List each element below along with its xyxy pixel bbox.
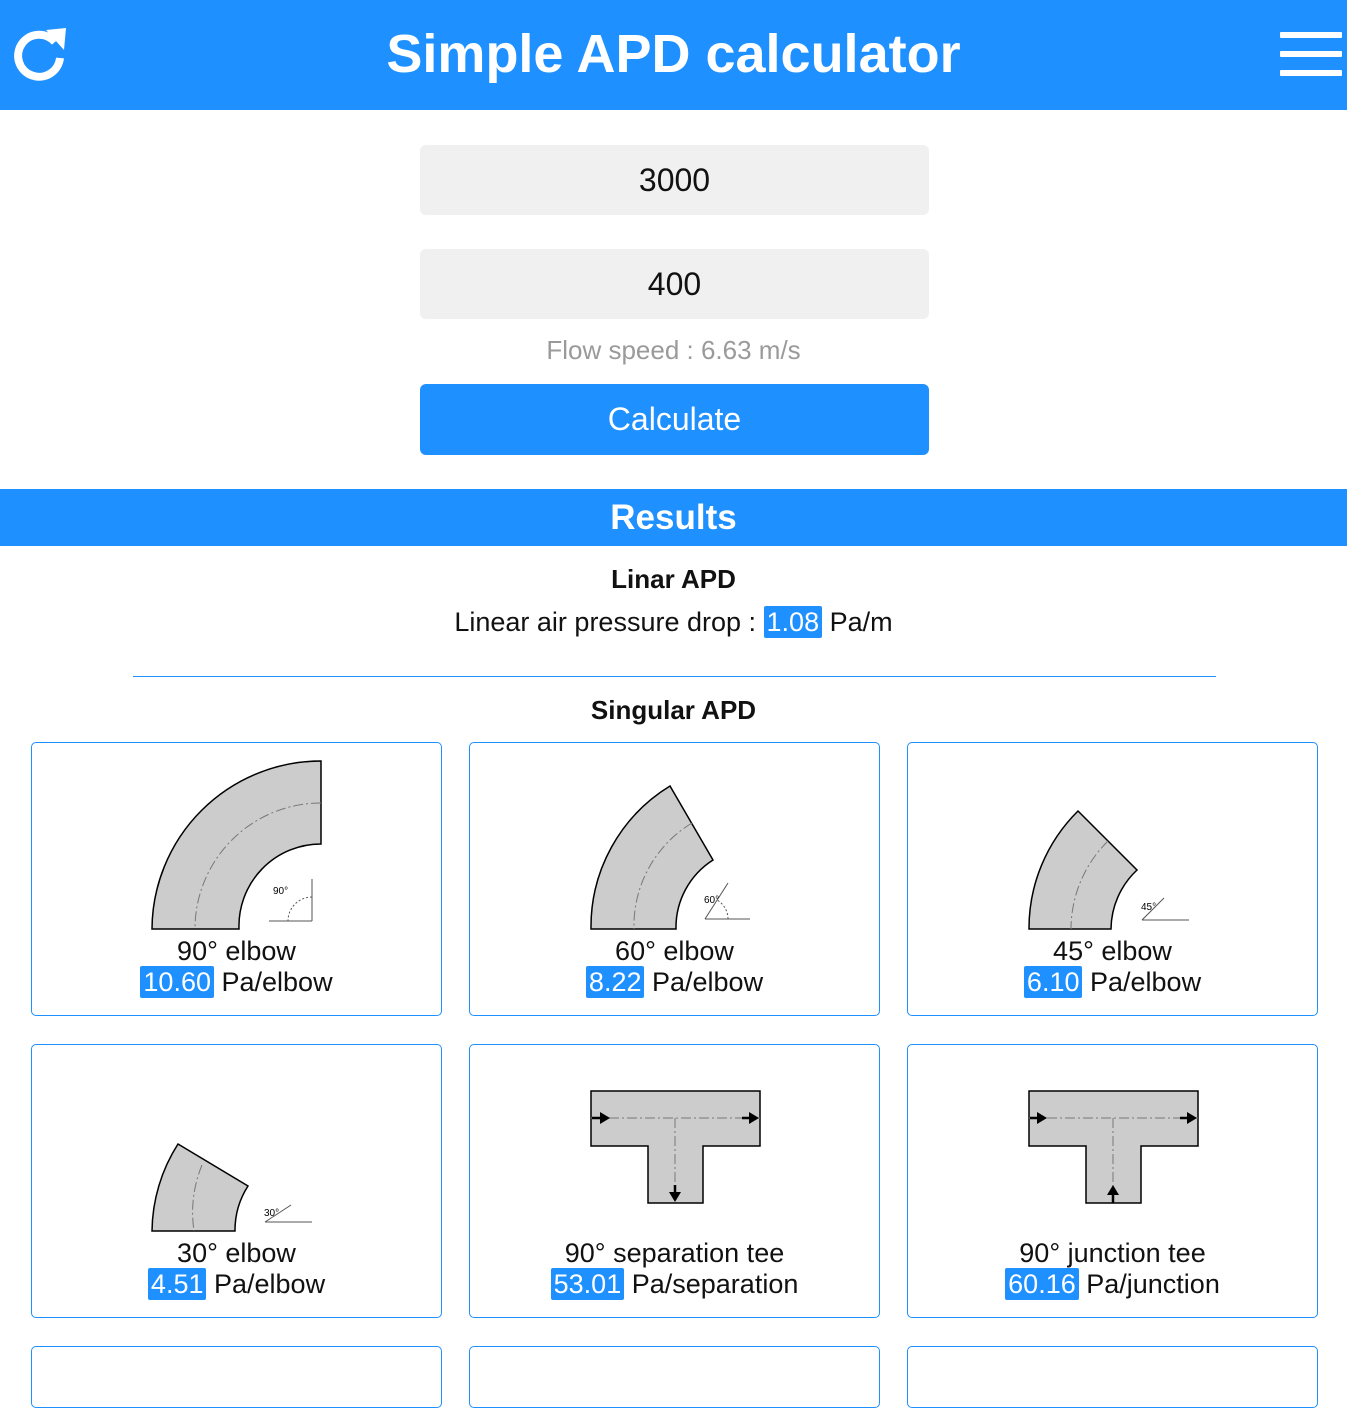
card-result: 60.16 Pa/junction bbox=[908, 1268, 1317, 1300]
card-partial[interactable] bbox=[31, 1346, 442, 1408]
linear-apd-unit: Pa/m bbox=[829, 607, 893, 637]
elbow-60-diagram: 60° bbox=[590, 784, 750, 930]
card-90-elbow[interactable]: 90° 90° elbow 10.60 Pa/elbow bbox=[31, 742, 442, 1016]
card-unit: Pa/separation bbox=[631, 1269, 799, 1299]
card-value: 10.60 bbox=[140, 966, 214, 998]
linear-apd-label: Linear air pressure drop : bbox=[454, 607, 757, 637]
angle-label: 60° bbox=[704, 895, 719, 906]
card-unit: Pa/elbow bbox=[1090, 967, 1202, 997]
card-value: 53.01 bbox=[550, 1268, 625, 1300]
card-result: 6.10 Pa/elbow bbox=[908, 966, 1317, 998]
card-result: 8.22 Pa/elbow bbox=[470, 966, 879, 998]
card-result: 4.51 Pa/elbow bbox=[32, 1268, 441, 1300]
card-value: 4.51 bbox=[147, 1268, 207, 1300]
elbow-45-diagram: 45° bbox=[1028, 809, 1189, 930]
app-title: Simple APD calculator bbox=[386, 24, 961, 84]
card-unit: Pa/elbow bbox=[221, 967, 333, 997]
card-name: 90° separation tee bbox=[564, 1238, 785, 1268]
card-partial[interactable] bbox=[469, 1346, 880, 1408]
section-divider bbox=[133, 676, 1216, 677]
card-value: 8.22 bbox=[585, 966, 645, 998]
card-unit: Pa/junction bbox=[1086, 1269, 1220, 1299]
linear-apd-heading: Linar APD bbox=[611, 564, 736, 594]
angle-label: 90° bbox=[273, 886, 288, 897]
card-junction-tee[interactable]: 90° junction tee 60.16 Pa/junction bbox=[907, 1044, 1318, 1318]
angle-label: 45° bbox=[1141, 902, 1156, 913]
hamburger-menu-icon[interactable] bbox=[1280, 32, 1342, 76]
card-result: 53.01 Pa/separation bbox=[470, 1268, 879, 1300]
card-unit: Pa/elbow bbox=[214, 1269, 326, 1299]
card-name: 90° junction tee bbox=[1019, 1238, 1206, 1268]
elbow-30-diagram: 30° bbox=[151, 1142, 312, 1232]
card-name: 30° elbow bbox=[177, 1238, 296, 1268]
junction-tee-diagram bbox=[1028, 1090, 1199, 1204]
card-value: 6.10 bbox=[1023, 966, 1083, 998]
flow-rate-input[interactable] bbox=[420, 145, 929, 215]
card-separation-tee[interactable]: 90° separation tee 53.01 Pa/separation bbox=[469, 1044, 880, 1318]
card-name: 90° elbow bbox=[177, 936, 296, 966]
card-unit: Pa/elbow bbox=[652, 967, 764, 997]
singular-apd-heading: Singular APD bbox=[590, 695, 757, 725]
card-45-elbow[interactable]: 45° 45° elbow 6.10 Pa/elbow bbox=[907, 742, 1318, 1016]
diameter-input[interactable] bbox=[420, 249, 929, 319]
angle-label: 30° bbox=[264, 1208, 279, 1219]
elbow-90-diagram: 90° bbox=[151, 760, 322, 930]
card-60-elbow[interactable]: 60° 60° elbow 8.22 Pa/elbow bbox=[469, 742, 880, 1016]
linear-apd-value: 1.08 bbox=[763, 606, 823, 638]
app-header: Simple APD calculator bbox=[0, 0, 1347, 110]
flow-speed-text: Flow speed : 6.63 m/s bbox=[546, 335, 801, 365]
card-result: 10.60 Pa/elbow bbox=[32, 966, 441, 998]
calculate-button[interactable]: Calculate bbox=[420, 384, 929, 455]
card-name: 45° elbow bbox=[1053, 936, 1172, 966]
separation-tee-diagram bbox=[590, 1090, 761, 1204]
results-header: Results bbox=[0, 489, 1347, 546]
card-30-elbow[interactable]: 30° 30° elbow 4.51 Pa/elbow bbox=[31, 1044, 442, 1318]
card-partial[interactable] bbox=[907, 1346, 1318, 1408]
card-name: 60° elbow bbox=[615, 936, 734, 966]
card-value: 60.16 bbox=[1005, 1268, 1079, 1300]
linear-apd-line: Linear air pressure drop : 1.08 Pa/m bbox=[0, 606, 1347, 638]
